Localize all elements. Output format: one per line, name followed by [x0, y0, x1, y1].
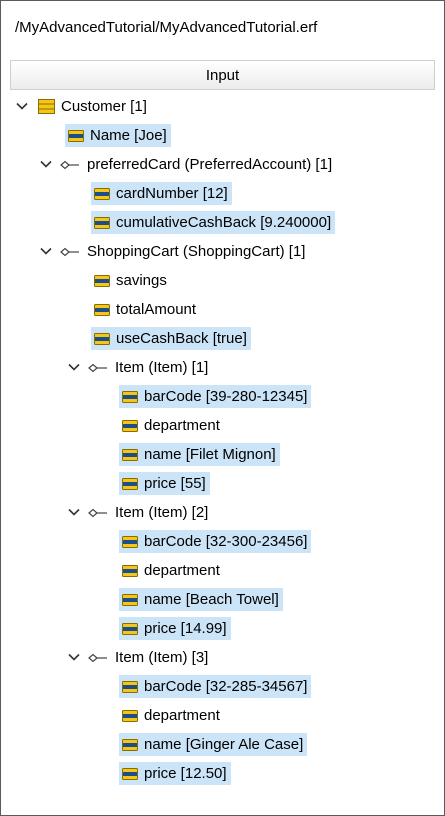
relationship-icon [88, 508, 108, 518]
tree-node-department[interactable]: department [1, 556, 444, 585]
field-icon [122, 477, 138, 490]
tree-node-department[interactable]: department [1, 411, 444, 440]
field-icon [94, 303, 110, 316]
relationship-icon [60, 247, 80, 257]
field-icon [122, 564, 138, 577]
tree-node-bar-code[interactable]: barCode [39-280-12345] [1, 382, 444, 411]
tree-node-label: department [144, 707, 220, 724]
tree-node-label: name [Filet Mignon] [144, 446, 276, 463]
tree-node-label: name [Beach Towel] [144, 591, 279, 608]
column-header-input[interactable]: Input [10, 60, 435, 90]
field-icon [94, 274, 110, 287]
tree-node-bar-code[interactable]: barCode [32-285-34567] [1, 672, 444, 701]
field-icon [94, 216, 110, 229]
field-icon [94, 187, 110, 200]
field-icon [122, 622, 138, 635]
tree-node-label: useCashBack [true] [116, 330, 247, 347]
field-icon [122, 419, 138, 432]
tree-node-label: cumulativeCashBack [9.240000] [116, 214, 332, 231]
tree-node-cumulative-cash-back[interactable]: cumulativeCashBack [9.240000] [1, 208, 444, 237]
tree-node-label: totalAmount [116, 301, 197, 318]
tree-node-label: Customer [1] [61, 98, 147, 115]
tree-node-label: Item (Item) [3] [115, 649, 209, 666]
tree-node-label: savings [116, 272, 167, 289]
tree-node-label: barCode [32-300-23456] [144, 533, 308, 550]
field-icon [122, 709, 138, 722]
tree-node-label: price [12.50] [144, 765, 227, 782]
tree-node-label: name [Ginger Ale Case] [144, 736, 304, 753]
tree-node-item-2[interactable]: Item (Item) [2] [1, 498, 444, 527]
tree-node-bar-code[interactable]: barCode [32-300-23456] [1, 527, 444, 556]
tree-node-label: Item (Item) [2] [115, 504, 209, 521]
tree-node-item-1[interactable]: Item (Item) [1] [1, 353, 444, 382]
input-tree-panel: /MyAdvancedTutorial/MyAdvancedTutorial.e… [0, 0, 445, 816]
tree-node-item-name[interactable]: name [Filet Mignon] [1, 440, 444, 469]
field-icon [122, 448, 138, 461]
tree-node-label: price [14.99] [144, 620, 227, 637]
tree-node-department[interactable]: department [1, 701, 444, 730]
tree-node-name[interactable]: Name [Joe] [1, 121, 444, 150]
relationship-icon [88, 363, 108, 373]
decision-input-tree: Customer [1] Name [Joe] preferredCard (P… [1, 92, 444, 788]
field-icon [94, 332, 110, 345]
tree-node-price[interactable]: price [14.99] [1, 614, 444, 643]
field-icon [68, 129, 84, 142]
tree-node-card-number[interactable]: cardNumber [12] [1, 179, 444, 208]
chevron-down-icon[interactable] [67, 505, 81, 519]
tree-node-label: barCode [39-280-12345] [144, 388, 308, 405]
tree-node-item-name[interactable]: name [Beach Towel] [1, 585, 444, 614]
tree-node-label: barCode [32-285-34567] [144, 678, 308, 695]
chevron-down-icon[interactable] [39, 244, 53, 258]
tree-node-item-3[interactable]: Item (Item) [3] [1, 643, 444, 672]
tree-node-label: department [144, 417, 220, 434]
tree-node-shopping-cart[interactable]: ShoppingCart (ShoppingCart) [1] [1, 237, 444, 266]
tree-node-use-cash-back[interactable]: useCashBack [true] [1, 324, 444, 353]
tree-node-preferred-card[interactable]: preferredCard (PreferredAccount) [1] [1, 150, 444, 179]
tree-node-item-name[interactable]: name [Ginger Ale Case] [1, 730, 444, 759]
tree-node-price[interactable]: price [55] [1, 469, 444, 498]
tree-node-label: department [144, 562, 220, 579]
chevron-down-icon[interactable] [15, 99, 29, 113]
tree-node-customer[interactable]: Customer [1] [1, 92, 444, 121]
field-icon [122, 680, 138, 693]
relationship-icon [88, 653, 108, 663]
tree-node-label: price [55] [144, 475, 206, 492]
tree-node-label: Item (Item) [1] [115, 359, 209, 376]
object-icon [38, 99, 55, 114]
tree-node-label: ShoppingCart (ShoppingCart) [1] [87, 243, 306, 260]
chevron-down-icon[interactable] [67, 360, 81, 374]
tree-node-label: cardNumber [12] [116, 185, 228, 202]
relationship-icon [60, 160, 80, 170]
chevron-down-icon[interactable] [39, 157, 53, 171]
tree-node-label: Name [Joe] [90, 127, 167, 144]
file-path: /MyAdvancedTutorial/MyAdvancedTutorial.e… [15, 19, 318, 36]
field-icon [122, 535, 138, 548]
tree-node-total-amount[interactable]: totalAmount [1, 295, 444, 324]
tree-node-price[interactable]: price [12.50] [1, 759, 444, 788]
field-icon [122, 593, 138, 606]
field-icon [122, 390, 138, 403]
field-icon [122, 738, 138, 751]
chevron-down-icon[interactable] [67, 650, 81, 664]
tree-node-label: preferredCard (PreferredAccount) [1] [87, 156, 333, 173]
field-icon [122, 767, 138, 780]
tree-node-savings[interactable]: savings [1, 266, 444, 295]
